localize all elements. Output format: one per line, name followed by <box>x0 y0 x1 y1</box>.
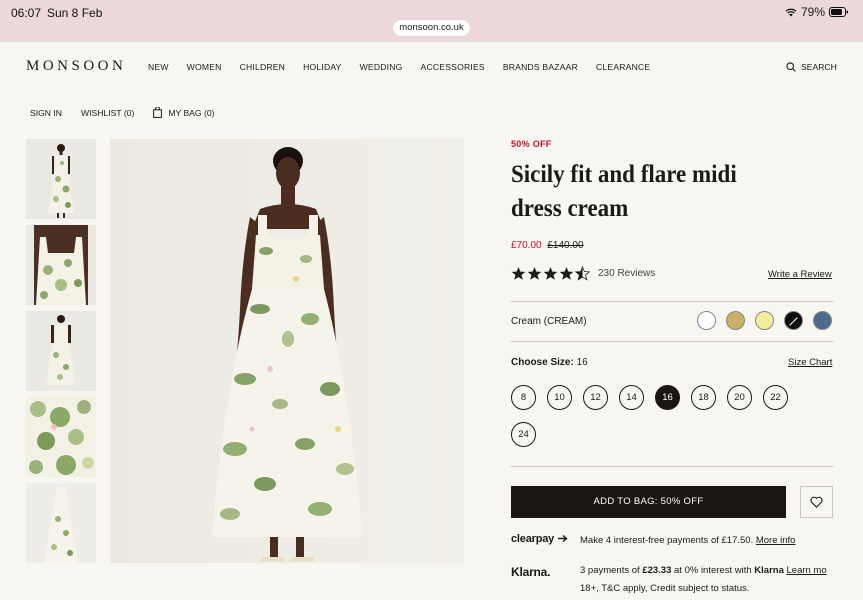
discount-badge: 50% OFF <box>511 139 552 149</box>
star-icon <box>511 266 526 280</box>
price-was: £140.00 <box>547 240 584 251</box>
site-logo[interactable]: MONSOON <box>26 58 126 75</box>
choose-size-label: Choose Size: <box>511 357 574 368</box>
wifi-icon <box>785 8 797 17</box>
star-icon <box>543 266 558 280</box>
swatch-black[interactable] <box>784 311 803 330</box>
nav-item-brands-bazaar[interactable]: BRANDS BAZAAR <box>503 62 578 72</box>
size-24[interactable]: 24 <box>511 422 536 447</box>
heart-icon <box>810 496 823 508</box>
thumbnail-4[interactable] <box>26 397 96 477</box>
size-label: Choose Size: 16 <box>511 357 588 368</box>
status-bar: 06:07 Sun 8 Feb 79% monsoon.co.uk <box>0 0 863 42</box>
product-photo <box>110 139 464 563</box>
size-chart-link[interactable]: Size Chart <box>788 357 832 368</box>
swatch-gold[interactable] <box>726 311 745 330</box>
swatch-yellow[interactable] <box>755 311 774 330</box>
battery-icon <box>829 7 848 17</box>
thumbnail-image <box>26 397 96 477</box>
search-button[interactable]: SEARCH <box>786 62 837 72</box>
thumbnail-image <box>26 225 96 305</box>
star-icon <box>527 266 542 280</box>
klarna-info: 3 payments of £23.33 at 0% interest with… <box>580 565 827 576</box>
selected-size-value: 16 <box>576 357 588 368</box>
rating[interactable]: 230 Reviews <box>511 266 655 281</box>
account-bar: SIGN IN WISHLIST (0) MY BAG (0) <box>30 107 253 118</box>
sign-in-link[interactable]: SIGN IN <box>30 108 62 118</box>
nav-item-new[interactable]: NEW <box>148 62 169 72</box>
wishlist-link[interactable]: WISHLIST (0) <box>81 108 134 118</box>
url-bar[interactable]: monsoon.co.uk <box>393 20 470 36</box>
nav-item-holiday[interactable]: HOLIDAY <box>303 62 342 72</box>
battery-percent: 79% <box>800 5 825 19</box>
size-12[interactable]: 12 <box>583 385 608 410</box>
klarna-brand: Klarna <box>754 565 784 576</box>
klarna-prefix: 3 payments of <box>580 565 640 576</box>
nav-item-women[interactable]: WOMEN <box>187 62 222 72</box>
size-8[interactable]: 8 <box>511 385 536 410</box>
clearpay-info: Make 4 interest-free payments of £17.50.… <box>580 535 795 546</box>
clearpay-logo: clearpay <box>511 533 569 545</box>
klarna-terms: 18+, T&C apply, Credit subject to status… <box>580 583 750 594</box>
klarna-middle: at 0% interest with <box>674 565 752 576</box>
bag-icon <box>153 107 163 118</box>
swatch-white[interactable] <box>697 311 716 330</box>
status-time: 06:07 <box>11 6 42 20</box>
nav-item-accessories[interactable]: ACCESSORIES <box>421 62 485 72</box>
thumbnail-list <box>26 139 96 569</box>
klarna-logo: Klarna. <box>511 565 551 579</box>
size-14[interactable]: 14 <box>619 385 644 410</box>
colour-swatches <box>697 311 832 330</box>
thumbnail-5[interactable] <box>26 483 96 563</box>
size-20[interactable]: 20 <box>727 385 752 410</box>
klarna-amount: £23.33 <box>642 565 672 576</box>
clearpay-more-info-link[interactable]: More info <box>756 535 796 546</box>
size-options: 8 10 12 14 16 18 20 22 24 <box>511 385 811 447</box>
size-16[interactable]: 16 <box>655 385 680 410</box>
size-10[interactable]: 10 <box>547 385 572 410</box>
clearpay-message: Make 4 interest-free payments of £17.50. <box>580 535 754 546</box>
search-icon <box>786 62 796 72</box>
thumbnail-2[interactable] <box>26 225 96 305</box>
main-nav: NEW WOMEN CHILDREN HOLIDAY WEDDING ACCES… <box>148 62 668 72</box>
size-22[interactable]: 22 <box>763 385 788 410</box>
klarna-learn-more-link[interactable]: Learn mo <box>787 565 827 576</box>
divider <box>511 341 833 342</box>
nav-item-wedding[interactable]: WEDDING <box>360 62 403 72</box>
nav-item-clearance[interactable]: CLEARANCE <box>596 62 650 72</box>
divider <box>511 466 833 467</box>
wishlist-button[interactable] <box>800 486 833 518</box>
price-now: £70.00 <box>511 240 542 251</box>
thumbnail-image <box>26 311 96 391</box>
star-rating <box>511 266 590 281</box>
half-star-icon <box>575 266 590 281</box>
nav-item-children[interactable]: CHILDREN <box>240 62 286 72</box>
thumbnail-1[interactable] <box>26 139 96 219</box>
size-18[interactable]: 18 <box>691 385 716 410</box>
thumbnail-image <box>26 139 96 219</box>
clearpay-arrow-icon <box>557 534 568 543</box>
star-icon <box>559 266 574 280</box>
product-title: Sicily fit and flare midi dress cream <box>511 161 737 222</box>
review-count: 230 Reviews <box>598 268 656 279</box>
thumbnail-3[interactable] <box>26 311 96 391</box>
thumbnail-image <box>26 483 96 563</box>
main-product-image[interactable] <box>110 139 464 563</box>
divider <box>511 301 833 302</box>
search-label: SEARCH <box>801 62 837 72</box>
bag-link[interactable]: MY BAG (0) <box>153 107 233 118</box>
clearpay-logo-text: clearpay <box>511 533 555 545</box>
status-right: 79% <box>785 5 849 19</box>
colour-label: Cream (CREAM) <box>511 316 587 327</box>
status-date: Sun 8 Feb <box>47 6 103 20</box>
price: £70.00 £140.00 <box>511 240 584 251</box>
write-review-link[interactable]: Write a Review <box>768 269 832 280</box>
add-to-bag-button[interactable]: ADD TO BAG: 50% OFF <box>511 486 786 518</box>
swatch-blue[interactable] <box>813 311 832 330</box>
bag-label: MY BAG (0) <box>168 107 215 118</box>
